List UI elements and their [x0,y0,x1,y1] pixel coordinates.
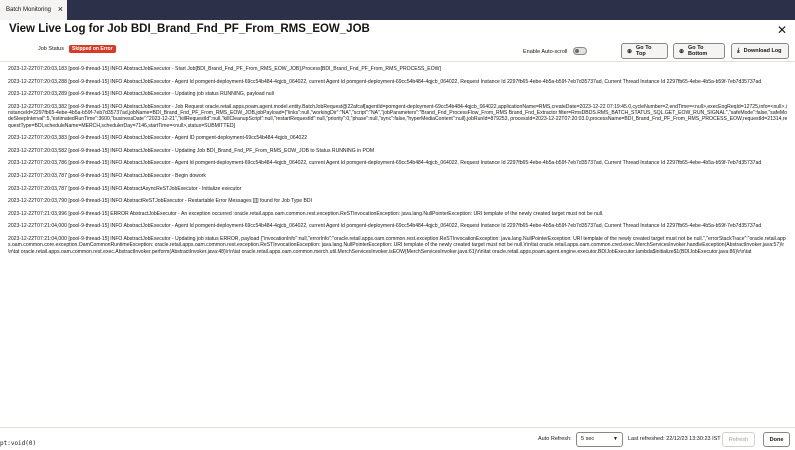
log-entry: 2023-12-22T07:20:03,790 [pool-9-thread-1… [8,198,312,205]
log-entry: 2023-12-22T07:20:03,288 [pool-9-thread-1… [8,78,762,85]
log-entry: 2023-12-22T07:21:04,000 [pool-9-thread-1… [8,236,786,255]
job-status-label: Job Status [38,46,64,52]
go-to-top-button[interactable]: ⊕ Go To Top [621,43,668,59]
tab-batch-monitoring[interactable]: Batch Monitoring × [0,0,67,20]
download-icon: ⤓ [737,47,740,54]
auto-refresh-label: Auto Refresh: [538,436,572,442]
last-refreshed-text: Last refreshed: 22/12/23 13:30:23 IST [628,436,721,442]
status-badge: Skipped on Error [69,45,116,53]
tab-label: Batch Monitoring [6,7,52,13]
auto-refresh-select[interactable]: 5 sec ▼ [576,432,623,447]
browser-status-text: pt:void(0) [0,440,37,447]
log-entry: 2023-12-22T07:20:03,383 [pool-9-thread-1… [8,135,308,142]
arrow-down-icon: ⊕ [679,48,685,55]
log-entry: 2023-12-22T07:20:03,786 [pool-9-thread-1… [8,160,762,167]
log-entry: 2023-12-22T07:21:04,000 [pool-9-thread-1… [8,223,762,230]
dialog-footer: Auto Refresh: 5 sec ▼ Last refreshed: 22… [0,427,795,450]
log-entry: 2023-12-22T07:20:03,582 [pool-9-thread-1… [8,147,375,154]
log-entry: 2023-12-22T07:20:03,787 [pool-9-thread-1… [8,185,242,192]
log-entry: 2023-12-22T07:20:03,183 [pool-9-thread-1… [8,66,441,72]
log-entry: 2023-12-22T07:20:03,787 [pool-9-thread-1… [8,173,206,180]
page-title: View Live Log for Job BDI_Brand_Fnd_PF_F… [9,23,370,35]
dialog-header: View Live Log for Job BDI_Brand_Fnd_PF_F… [0,20,795,40]
go-to-bottom-button[interactable]: ⊕ Go To Bottom [673,43,725,59]
log-entry: 2023-12-22T07:20:03,289 [pool-9-thread-1… [8,91,274,98]
close-icon[interactable]: ✕ [777,23,787,37]
go-to-bottom-label: Go To Bottom [688,45,708,57]
close-icon[interactable]: × [58,5,63,14]
auto-refresh-value: 5 sec [581,436,595,442]
refresh-button[interactable]: Refresh [722,432,755,447]
chevron-down-icon: ▼ [613,436,618,442]
autoscroll-toggle[interactable] [573,47,587,55]
tab-bar: Batch Monitoring × [0,0,795,20]
toggle-knob [575,49,579,53]
download-log-label: Download Log [743,48,782,54]
log-entry: 2023-12-22T07:20:03,382 [pool-9-thread-1… [8,103,788,129]
go-to-top-label: Go To Top [636,45,652,57]
done-button[interactable]: Done [763,432,790,447]
toolbar: Job Status Skipped on Error Enable Auto-… [0,40,795,62]
download-log-button[interactable]: ⤓ Download Log [731,43,789,59]
autoscroll-label: Enable Auto-scroll [523,49,568,55]
log-entry: 2023-12-22T07:21:03,996 [pool-9-thread-1… [8,210,604,217]
arrow-up-icon: ⊕ [627,48,633,55]
log-panel[interactable]: 2023-12-22T07:20:03,183 [pool-9-thread-1… [8,66,788,426]
divider [0,61,795,62]
